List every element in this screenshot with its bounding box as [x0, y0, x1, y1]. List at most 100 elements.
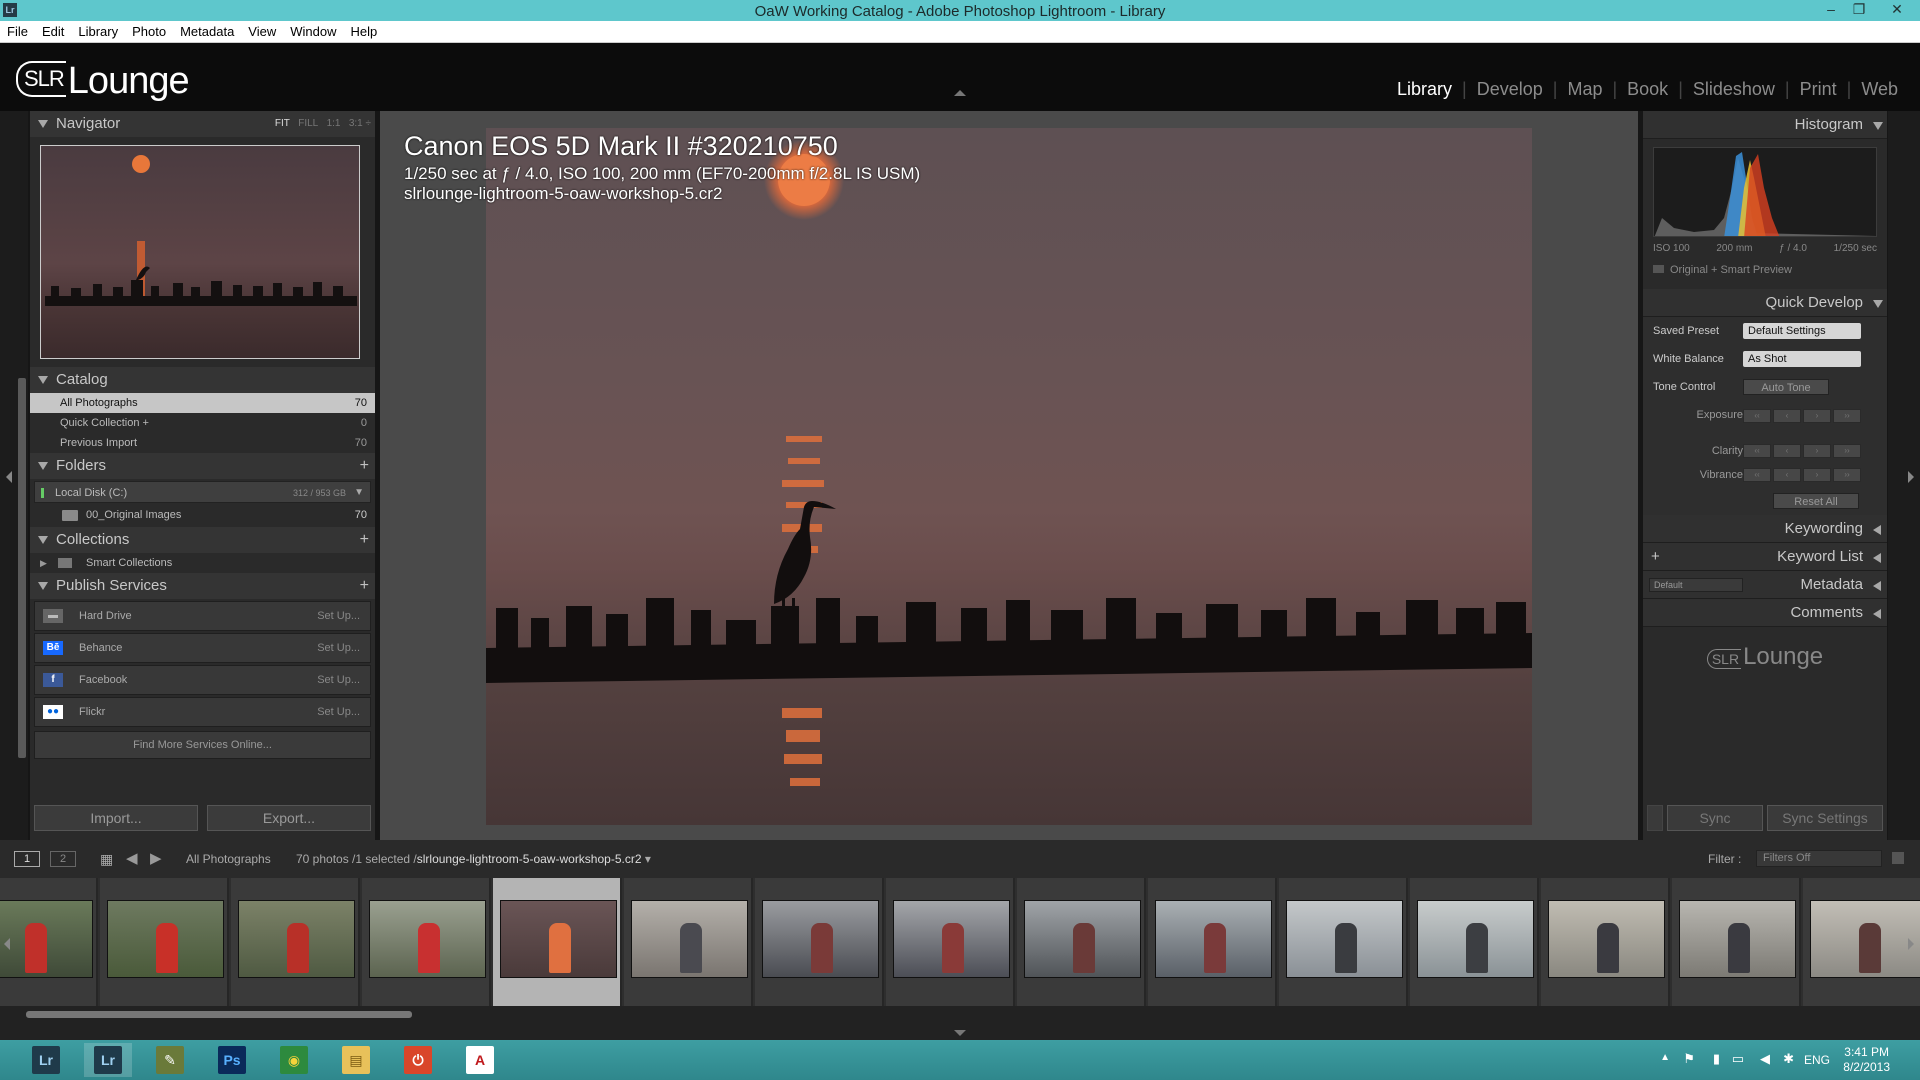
keyword-list-header[interactable]: + Keyword List: [1643, 543, 1887, 571]
secondary-window-button[interactable]: 2: [50, 851, 76, 867]
vibrance-up[interactable]: ›: [1803, 468, 1831, 482]
find-more-services-button[interactable]: Find More Services Online...: [34, 731, 371, 759]
restore-button[interactable]: ❐: [1846, 1, 1872, 18]
sync-settings-button[interactable]: Sync Settings: [1767, 805, 1883, 831]
menu-view[interactable]: View: [241, 21, 283, 39]
exposure-down-large[interactable]: ‹‹: [1743, 409, 1771, 423]
filmstrip-thumbnail[interactable]: [0, 878, 98, 1006]
menu-window[interactable]: Window: [283, 21, 343, 39]
zoom-fit[interactable]: FIT: [275, 118, 290, 129]
smart-preview-status[interactable]: Original + Smart Preview: [1653, 264, 1877, 276]
module-web[interactable]: Web: [1851, 79, 1908, 99]
taskbar-app-button[interactable]: Lr: [84, 1043, 132, 1077]
filmstrip-thumbnail[interactable]: [1803, 878, 1920, 1006]
taskbar-app-button[interactable]: ▤: [332, 1043, 380, 1077]
collapse-left-panel-icon[interactable]: [6, 471, 12, 483]
taskbar-app-button[interactable]: Ps: [208, 1043, 256, 1077]
grid-view-icon[interactable]: ▦: [100, 851, 113, 868]
filmstrip-thumbnail[interactable]: [1017, 878, 1146, 1006]
add-collection-button[interactable]: +: [360, 527, 369, 553]
close-button[interactable]: ✕: [1884, 1, 1910, 18]
filmstrip-thumbnail[interactable]: [1148, 878, 1277, 1006]
primary-window-button[interactable]: 1: [14, 851, 40, 867]
filmstrip-source[interactable]: All Photographs: [186, 852, 271, 866]
menu-edit[interactable]: Edit: [35, 21, 71, 39]
catalog-item-previous-import[interactable]: Previous Import 70: [30, 433, 375, 453]
taskbar-app-button[interactable]: ✎: [146, 1043, 194, 1077]
filmstrip-thumbnail[interactable]: [1672, 878, 1801, 1006]
action-center-flag-icon[interactable]: ⚑: [1683, 1051, 1695, 1067]
auto-tone-button[interactable]: Auto Tone: [1743, 379, 1829, 395]
main-photo[interactable]: [486, 128, 1532, 825]
clarity-down-large[interactable]: ‹‹: [1743, 444, 1771, 458]
export-button[interactable]: Export...: [207, 805, 371, 831]
publish-service-behance[interactable]: Bē Behance Set Up...: [34, 633, 371, 663]
clarity-up-large[interactable]: ››: [1833, 444, 1861, 458]
zoom-3-1[interactable]: 3:1 ÷: [349, 118, 371, 129]
clarity-down[interactable]: ‹: [1773, 444, 1801, 458]
chevron-down-icon[interactable]: ▾: [645, 852, 651, 866]
collapse-top-panel-icon[interactable]: [954, 90, 966, 96]
histogram-header[interactable]: Histogram: [1643, 111, 1887, 139]
reset-all-button[interactable]: Reset All: [1773, 493, 1859, 509]
collapse-right-panel-icon[interactable]: [1908, 471, 1914, 483]
filter-select[interactable]: Filters Off: [1756, 850, 1882, 867]
menu-help[interactable]: Help: [344, 21, 385, 39]
zoom-fill[interactable]: FILL: [298, 118, 318, 129]
sound-icon[interactable]: ◀: [1760, 1051, 1770, 1067]
bluetooth-icon[interactable]: ✱: [1783, 1051, 1794, 1067]
quick-develop-header[interactable]: Quick Develop: [1643, 289, 1887, 317]
sync-button[interactable]: Sync: [1667, 805, 1763, 831]
filmstrip-thumbnail[interactable]: [493, 878, 622, 1006]
catalog-item-all-photographs[interactable]: All Photographs 70: [30, 393, 375, 413]
catalog-item-quick-collection[interactable]: Quick Collection +0: [30, 413, 375, 433]
menu-library[interactable]: Library: [71, 21, 125, 39]
metadata-preset-select[interactable]: Default: [1649, 578, 1743, 592]
metadata-header[interactable]: Default Metadata: [1643, 571, 1887, 599]
chevron-down-icon[interactable]: ▼: [354, 482, 364, 504]
volume-local-disk[interactable]: Local Disk (C:) 312 / 953 GB ▼: [34, 481, 371, 503]
show-hidden-icons[interactable]: ▲: [1660, 1052, 1670, 1063]
clarity-up[interactable]: ›: [1803, 444, 1831, 458]
add-publish-service-button[interactable]: +: [360, 573, 369, 599]
module-develop[interactable]: Develop: [1467, 79, 1553, 99]
setup-link[interactable]: Set Up...: [317, 602, 360, 630]
filmstrip-thumbnail[interactable]: [755, 878, 884, 1006]
battery-icon[interactable]: ▮: [1713, 1051, 1720, 1067]
taskbar-app-button[interactable]: A: [456, 1043, 504, 1077]
taskbar-app-button[interactable]: ⏻: [394, 1043, 442, 1077]
publish-service-facebook[interactable]: f Facebook Set Up...: [34, 665, 371, 695]
forward-arrow-icon[interactable]: ▶: [150, 849, 162, 867]
publish-service-hard-drive[interactable]: ▬ Hard Drive Set Up...: [34, 601, 371, 631]
vibrance-down-large[interactable]: ‹‹: [1743, 468, 1771, 482]
add-keyword-button[interactable]: +: [1651, 543, 1660, 571]
taskbar-app-button[interactable]: ◉: [270, 1043, 318, 1077]
add-folder-button[interactable]: +: [360, 453, 369, 479]
expand-arrow-icon[interactable]: ▶: [40, 553, 47, 573]
filmstrip-thumbnail[interactable]: [231, 878, 360, 1006]
vibrance-up-large[interactable]: ››: [1833, 468, 1861, 482]
input-language[interactable]: ENG: [1804, 1053, 1830, 1067]
module-map[interactable]: Map: [1557, 79, 1612, 99]
filmstrip-scroll-right-icon[interactable]: [1908, 938, 1914, 950]
histogram-graph[interactable]: [1653, 147, 1877, 237]
network-icon[interactable]: ▭: [1732, 1051, 1744, 1067]
collections-header[interactable]: Collections +: [30, 527, 375, 553]
filmstrip-thumbnail[interactable]: [1541, 878, 1670, 1006]
setup-link[interactable]: Set Up...: [317, 666, 360, 694]
filmstrip-thumbnail[interactable]: [100, 878, 229, 1006]
setup-link[interactable]: Set Up...: [317, 698, 360, 726]
left-panel-scrollbar[interactable]: [18, 378, 26, 758]
filmstrip-thumbnail[interactable]: [886, 878, 1015, 1006]
folders-header[interactable]: Folders +: [30, 453, 375, 479]
filter-lock-icon[interactable]: [1892, 852, 1904, 864]
taskbar-clock[interactable]: 3:41 PM 8/2/2013: [1843, 1045, 1890, 1075]
smart-collections-item[interactable]: ▶ Smart Collections: [30, 553, 375, 573]
module-print[interactable]: Print: [1790, 79, 1847, 99]
filmstrip-scroll-left-icon[interactable]: [4, 938, 10, 950]
folder-original-images[interactable]: 00_Original Images 70: [30, 503, 375, 527]
taskbar-app-button[interactable]: Lr: [22, 1043, 70, 1077]
zoom-1-1[interactable]: 1:1: [327, 118, 341, 129]
catalog-header[interactable]: Catalog: [30, 367, 375, 393]
comments-header[interactable]: Comments: [1643, 599, 1887, 627]
